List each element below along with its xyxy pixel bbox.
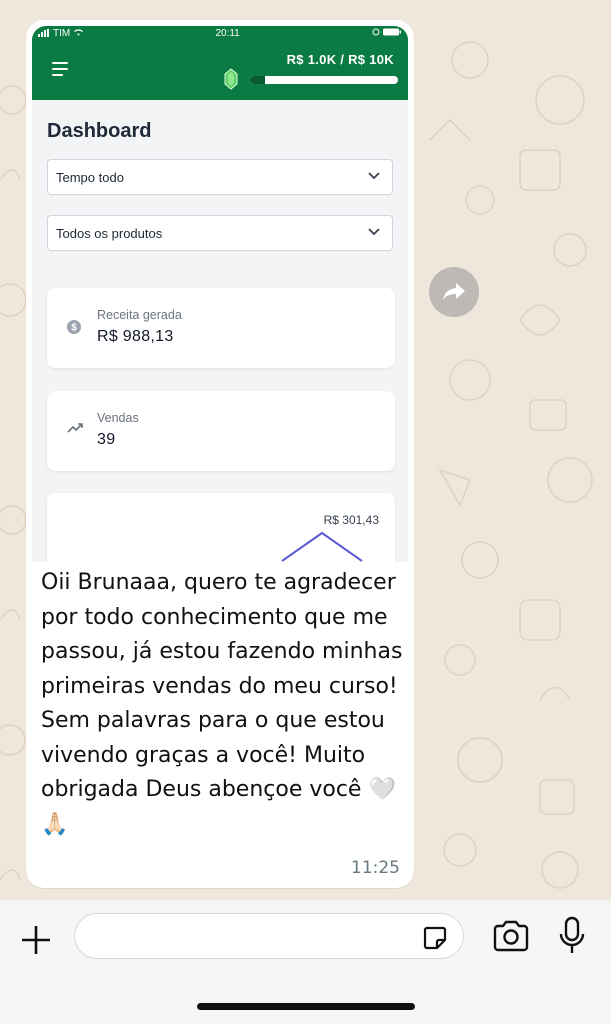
product-select-value: Todos os produtos — [56, 225, 163, 241]
period-select-value: Tempo todo — [56, 169, 124, 185]
screenshot-image[interactable]: TIM 20:11 R$ 1.0K / R$ 10K Dashboard Tem… — [32, 26, 408, 562]
home-indicator — [197, 1003, 415, 1010]
menu-icon[interactable] — [52, 62, 68, 80]
revenue-card: $ Receita gerada R$ 988,13 — [47, 288, 395, 368]
message-input[interactable] — [74, 913, 464, 959]
carrier-label: TIM — [53, 27, 71, 39]
forward-button[interactable] — [429, 267, 479, 317]
sticker-icon[interactable] — [421, 924, 449, 952]
gem-icon — [224, 68, 238, 90]
wifi-icon — [74, 28, 84, 39]
plus-icon[interactable] — [20, 924, 52, 956]
sales-label: Vendas — [97, 411, 139, 425]
revenue-chart-card: R$ 301,43 — [47, 493, 395, 562]
sales-value: 39 — [97, 431, 116, 448]
sales-card: Vendas 39 — [47, 391, 395, 471]
dollar-icon: $ — [67, 320, 81, 334]
phone-status-bar: TIM 20:11 — [32, 26, 408, 40]
mic-icon[interactable] — [558, 916, 586, 956]
signal-icon — [38, 29, 49, 37]
revenue-value: R$ 988,13 — [97, 328, 174, 345]
svg-text:$: $ — [71, 323, 77, 334]
message-time: 11:25 — [351, 858, 400, 878]
goal-text: R$ 1.0K / R$ 10K — [286, 52, 394, 67]
chevron-down-icon — [368, 172, 380, 180]
chevron-down-icon — [368, 228, 380, 236]
status-time: 20:11 — [215, 27, 240, 39]
app-header: R$ 1.0K / R$ 10K — [32, 40, 408, 100]
trending-up-icon — [67, 423, 83, 433]
period-select[interactable]: Tempo todo — [47, 159, 393, 195]
message-bubble[interactable]: TIM 20:11 R$ 1.0K / R$ 10K Dashboard Tem… — [26, 20, 414, 888]
message-text: Oii Brunaaa, quero te agradecer por todo… — [41, 570, 403, 837]
chart-line — [281, 531, 363, 562]
product-select[interactable]: Todos os produtos — [47, 215, 393, 251]
battery-icon — [372, 28, 402, 39]
revenue-label: Receita gerada — [97, 308, 182, 322]
page-title: Dashboard — [47, 120, 152, 142]
forward-icon — [443, 283, 465, 301]
goal-progress-bar — [250, 76, 398, 84]
camera-icon[interactable] — [492, 920, 530, 952]
